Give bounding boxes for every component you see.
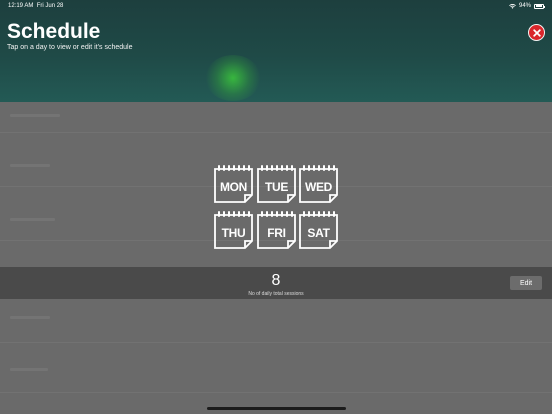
header-glow [205, 55, 261, 101]
bg-text [10, 218, 55, 221]
day-label: THU [221, 226, 246, 240]
sessions-label: No of daily total sessions [248, 291, 304, 297]
day-label: MON [219, 180, 248, 194]
day-monday[interactable]: MON [214, 164, 253, 204]
status-time: 12:19 AM Fri Jun 28 [8, 3, 63, 9]
bg-divider [0, 342, 552, 343]
status-bar: 12:19 AM Fri Jun 28 94% [0, 0, 552, 12]
edit-button[interactable]: Edit [510, 276, 542, 290]
home-indicator[interactable] [207, 407, 346, 410]
dimmed-background-content [0, 102, 552, 414]
close-button[interactable] [528, 24, 545, 41]
bg-text [10, 164, 50, 167]
status-right: 94% [509, 3, 545, 9]
bg-divider [0, 132, 552, 133]
close-icon [532, 28, 541, 37]
bg-text [10, 368, 48, 371]
days-grid: MON TUE WED THU FRI SAT [214, 164, 338, 250]
page-title: Schedule [7, 20, 101, 43]
sessions-bar: 8 No of daily total sessions Edit [0, 267, 552, 299]
battery-fill [535, 5, 543, 7]
day-wednesday[interactable]: WED [299, 164, 338, 204]
status-date-text: Fri Jun 28 [36, 3, 64, 9]
page-subtitle: Tap on a day to view or edit it's schedu… [7, 44, 133, 51]
battery-percent: 94% [518, 3, 531, 9]
header: 12:19 AM Fri Jun 28 94% Schedule Tap on … [0, 0, 552, 102]
day-label: FRI [267, 226, 286, 240]
wifi-icon [509, 3, 516, 9]
battery-icon [534, 3, 545, 9]
day-thursday[interactable]: THU [214, 210, 253, 250]
bg-text [10, 114, 60, 117]
day-label: WED [304, 180, 333, 194]
sessions-count: 8 [271, 272, 281, 289]
day-friday[interactable]: FRI [257, 210, 296, 250]
day-label: TUE [264, 180, 289, 194]
day-tuesday[interactable]: TUE [257, 164, 296, 204]
bg-text [10, 316, 50, 319]
day-label: SAT [307, 226, 330, 240]
status-time-text: 12:19 AM [8, 3, 34, 9]
day-saturday[interactable]: SAT [299, 210, 338, 250]
bg-divider [0, 392, 552, 393]
